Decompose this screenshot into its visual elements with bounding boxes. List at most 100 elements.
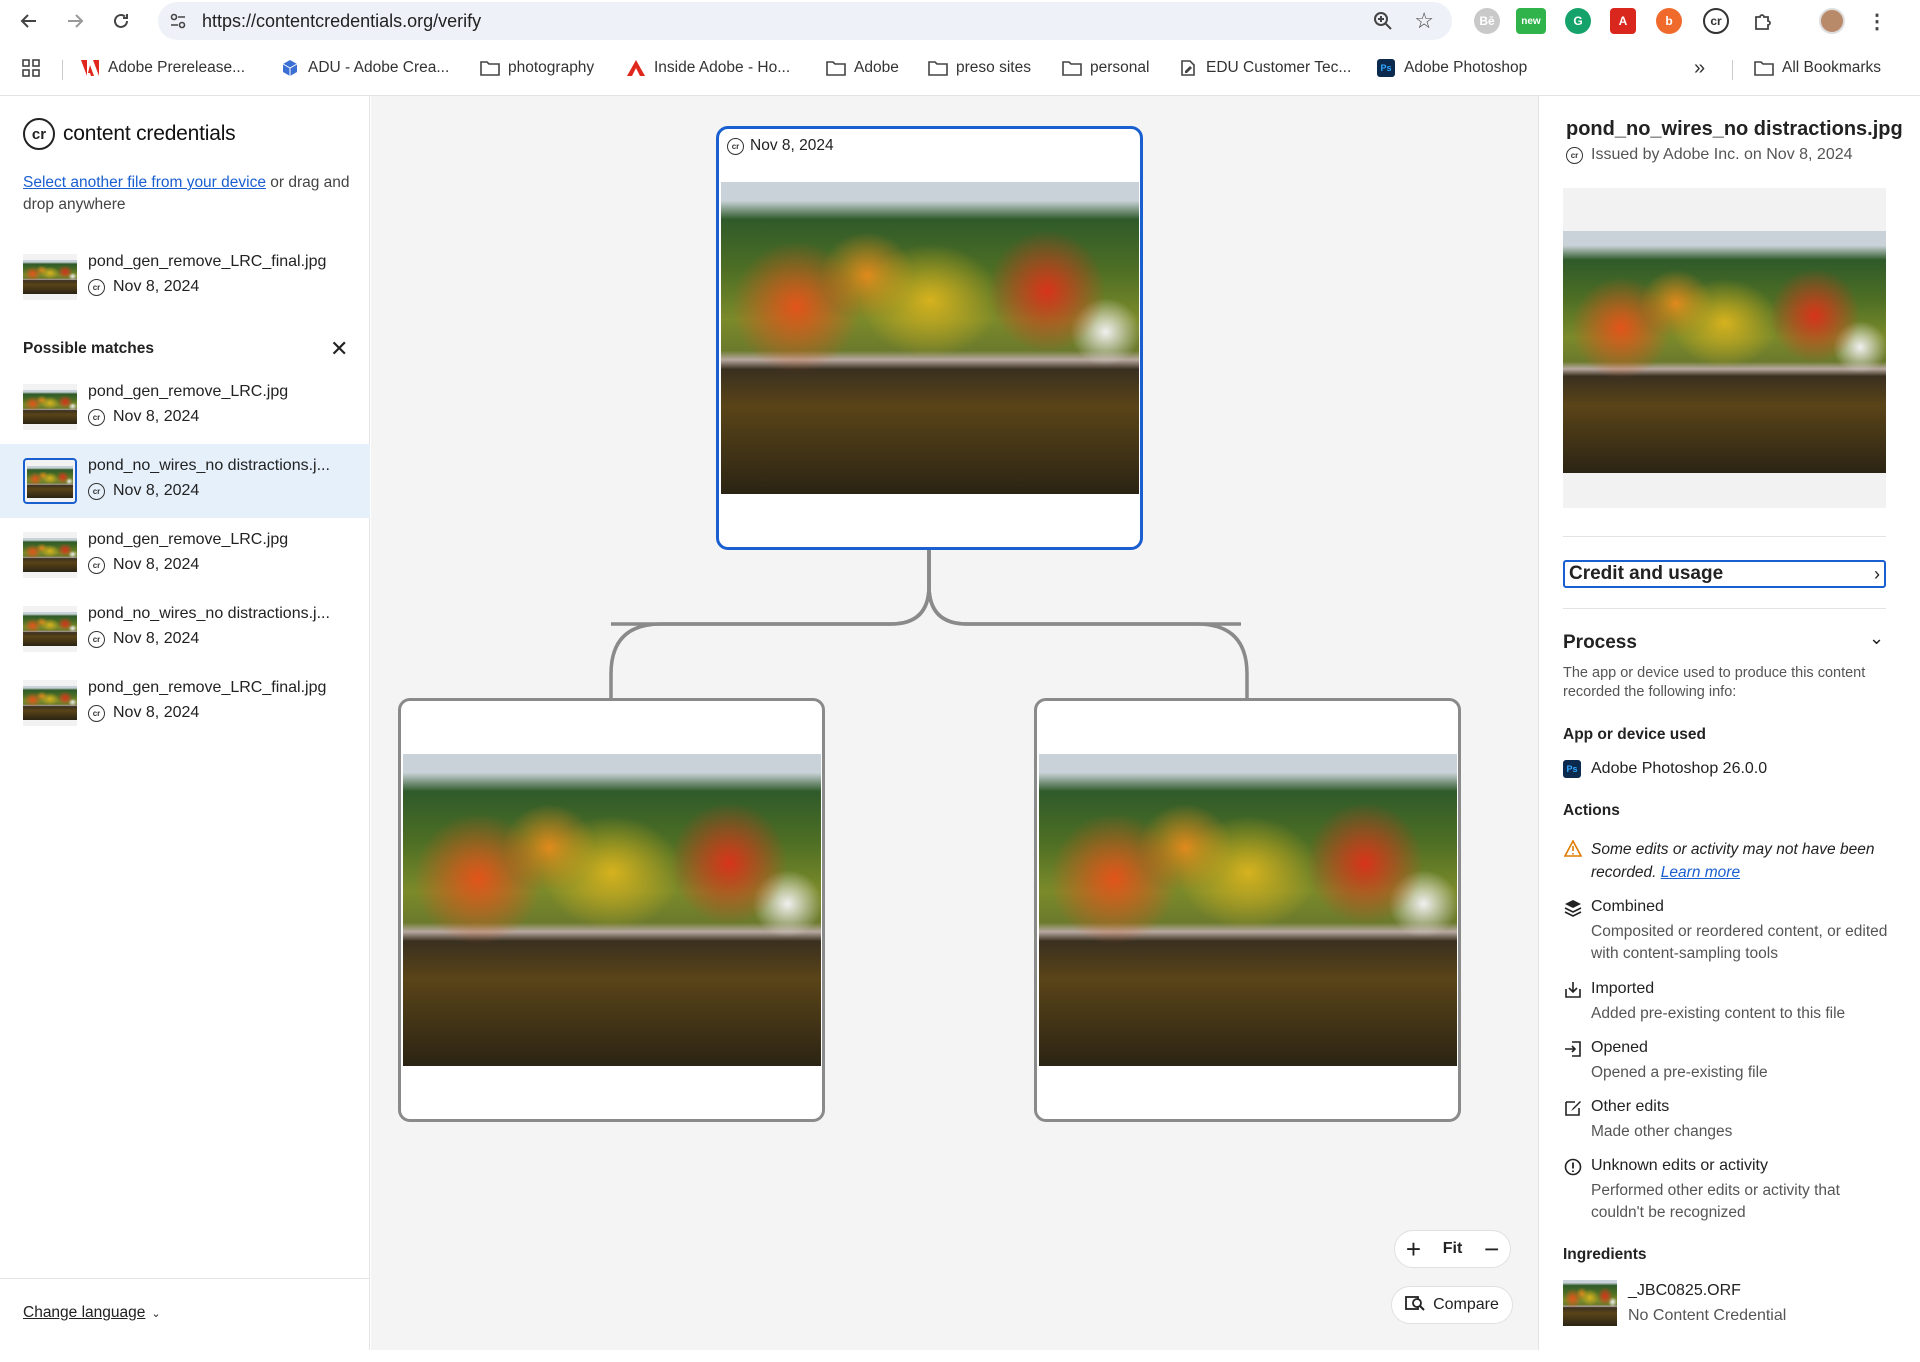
file-name: pond_no_wires_no distractions.j...: [88, 457, 330, 474]
node-date: cr Nov 8, 2024: [727, 137, 834, 155]
compare-label: Compare: [1433, 1296, 1499, 1313]
provenance-tree-canvas[interactable]: cr Nov 8, 2024 + Fit − Compare: [371, 96, 1538, 1350]
forward-button[interactable]: [60, 6, 90, 36]
compare-button[interactable]: Compare: [1391, 1286, 1513, 1324]
cr-logo-icon: cr: [23, 118, 55, 150]
change-language-button[interactable]: Change language ⌄: [23, 1304, 161, 1322]
file-list-panel: cr content credentials Select another fi…: [0, 96, 370, 1350]
file-date: cr Nov 8, 2024: [88, 704, 199, 722]
arrow-left-icon: [20, 14, 36, 28]
bookmarks-separator: [1732, 60, 1733, 80]
action-description: Added pre-existing content to this file: [1591, 1005, 1846, 1022]
profile-avatar[interactable]: [1819, 8, 1845, 34]
action-title: Combined: [1591, 898, 1664, 915]
layers-icon: [1563, 898, 1583, 918]
acrobat-ext-icon[interactable]: A: [1610, 8, 1636, 34]
node-image: [403, 754, 821, 1066]
arrow-right-icon: [68, 14, 84, 28]
adobe-express-ext-icon[interactable]: b: [1656, 8, 1682, 34]
zoom-in-icon[interactable]: +: [1406, 1234, 1421, 1265]
select-file-link[interactable]: Select another file from your device: [23, 174, 266, 191]
file-thumbnail: [23, 384, 77, 430]
bookmark-star-icon[interactable]: ☆: [1414, 8, 1434, 34]
extensions-puzzle-icon[interactable]: [1750, 8, 1776, 34]
bookmark-inside-adobe[interactable]: Inside Adobe - Ho...: [626, 58, 790, 78]
more-bookmarks-label: »: [1694, 56, 1706, 79]
zoom-icon[interactable]: [1372, 10, 1394, 32]
chevron-down-icon[interactable]: ⌄: [1869, 628, 1884, 649]
cr-ext-icon[interactable]: cr: [1703, 8, 1729, 34]
cr-icon: cr: [88, 556, 105, 574]
ingredient-node-right[interactable]: [1034, 698, 1461, 1122]
browser-menu-icon[interactable]: ⋮: [1864, 8, 1890, 34]
ingredient-node-left[interactable]: [398, 698, 825, 1122]
bookmark-label: EDU Customer Tec...: [1206, 59, 1352, 76]
file-thumbnail: [23, 606, 77, 652]
app-used-heading: App or device used: [1563, 726, 1706, 743]
bookmark-adobe[interactable]: Adobe: [826, 58, 899, 78]
all-bookmarks-button[interactable]: All Bookmarks: [1754, 58, 1881, 78]
detail-title: pond_no_wires_no distractions.jpg: [1566, 118, 1903, 140]
adobe-icon: [626, 59, 646, 77]
cr-icon: cr: [88, 408, 105, 426]
apps-grid-icon[interactable]: [22, 58, 40, 78]
file-date-text: Nov 8, 2024: [113, 630, 200, 647]
close-icon[interactable]: ✕: [330, 336, 348, 362]
warning-icon: [1563, 838, 1583, 858]
new-ext-icon[interactable]: new: [1516, 8, 1546, 34]
cr-icon: cr: [88, 482, 105, 500]
file-name: pond_gen_remove_LRC_final.jpg: [88, 253, 327, 270]
browser-chrome: https://contentcredentials.org/verify ☆ …: [0, 0, 1920, 96]
bookmark-preso-sites[interactable]: preso sites: [928, 58, 1031, 78]
logo-text: content credentials: [63, 122, 236, 145]
site-settings-icon[interactable]: [168, 11, 188, 31]
behance-ext-icon[interactable]: Bē: [1474, 8, 1500, 34]
current-file-item[interactable]: pond_gen_remove_LRC_final.jpg cr Nov 8, 2…: [0, 240, 370, 314]
adobe-icon: [80, 59, 100, 77]
ingredient-status: No Content Credential: [1628, 1307, 1787, 1324]
file-date: cr Nov 8, 2024: [88, 556, 199, 574]
match-item[interactable]: pond_gen_remove_LRC.jpg cr Nov 8, 2024: [0, 518, 370, 592]
grammarly-ext-icon[interactable]: G: [1565, 8, 1591, 34]
cr-icon: cr: [88, 630, 105, 648]
content-credentials-logo[interactable]: cr content credentials: [23, 118, 236, 150]
url-text[interactable]: https://contentcredentials.org/verify: [202, 11, 481, 32]
reload-button[interactable]: [106, 6, 136, 36]
match-item[interactable]: pond_gen_remove_LRC.jpg cr Nov 8, 2024: [0, 370, 370, 444]
match-item[interactable]: pond_no_wires_no distractions.j... cr Nov…: [0, 592, 370, 666]
photoshop-icon: Ps: [1563, 760, 1581, 778]
bookmark-photography[interactable]: photography: [480, 58, 594, 78]
bookmark-adobe-photoshop[interactable]: Ps Adobe Photoshop: [1376, 58, 1527, 78]
ingredient-item[interactable]: _JBC0825.ORF No Content Credential: [1563, 1280, 1903, 1330]
back-button[interactable]: [14, 6, 44, 36]
divider: [1563, 608, 1886, 609]
zoom-fit-button[interactable]: Fit: [1443, 1240, 1463, 1258]
credit-and-usage-button[interactable]: Credit and usage ›: [1563, 560, 1886, 588]
cr-icon: cr: [1566, 146, 1583, 164]
bookmark-personal[interactable]: personal: [1062, 58, 1149, 78]
edit-doc-icon: [1178, 59, 1198, 77]
zoom-controls: + Fit −: [1394, 1230, 1511, 1268]
node-image: [721, 182, 1139, 494]
cube-icon: [280, 59, 300, 77]
zoom-out-icon[interactable]: −: [1484, 1234, 1499, 1265]
learn-more-link[interactable]: Learn more: [1661, 864, 1740, 881]
more-bookmarks-button[interactable]: »: [1694, 56, 1706, 79]
action-title: Opened: [1591, 1039, 1648, 1056]
edit-icon: [1563, 1098, 1583, 1118]
divider: [1563, 536, 1886, 537]
address-bar[interactable]: https://contentcredentials.org/verify ☆: [158, 2, 1452, 40]
bookmark-label: preso sites: [956, 59, 1031, 76]
bookmarks-bar: Adobe Prerelease... ADU - Adobe Crea... …: [0, 50, 1920, 86]
bookmark-adobe-prerelease[interactable]: Adobe Prerelease...: [80, 58, 245, 78]
match-item-selected[interactable]: pond_no_wires_no distractions.j... cr Nov…: [0, 444, 370, 518]
bookmark-edu-customer[interactable]: EDU Customer Tec...: [1178, 58, 1351, 78]
match-item[interactable]: pond_gen_remove_LRC_final.jpg cr Nov 8, 2…: [0, 666, 370, 740]
action-title: Other edits: [1591, 1098, 1670, 1115]
root-credential-node[interactable]: cr Nov 8, 2024: [716, 126, 1143, 550]
all-bookmarks-label: All Bookmarks: [1782, 59, 1882, 76]
bookmark-adu[interactable]: ADU - Adobe Crea...: [280, 58, 449, 78]
file-thumbnail: [23, 458, 77, 504]
bookmark-label: photography: [508, 59, 595, 76]
select-file-prompt: Select another file from your device or …: [23, 172, 353, 216]
